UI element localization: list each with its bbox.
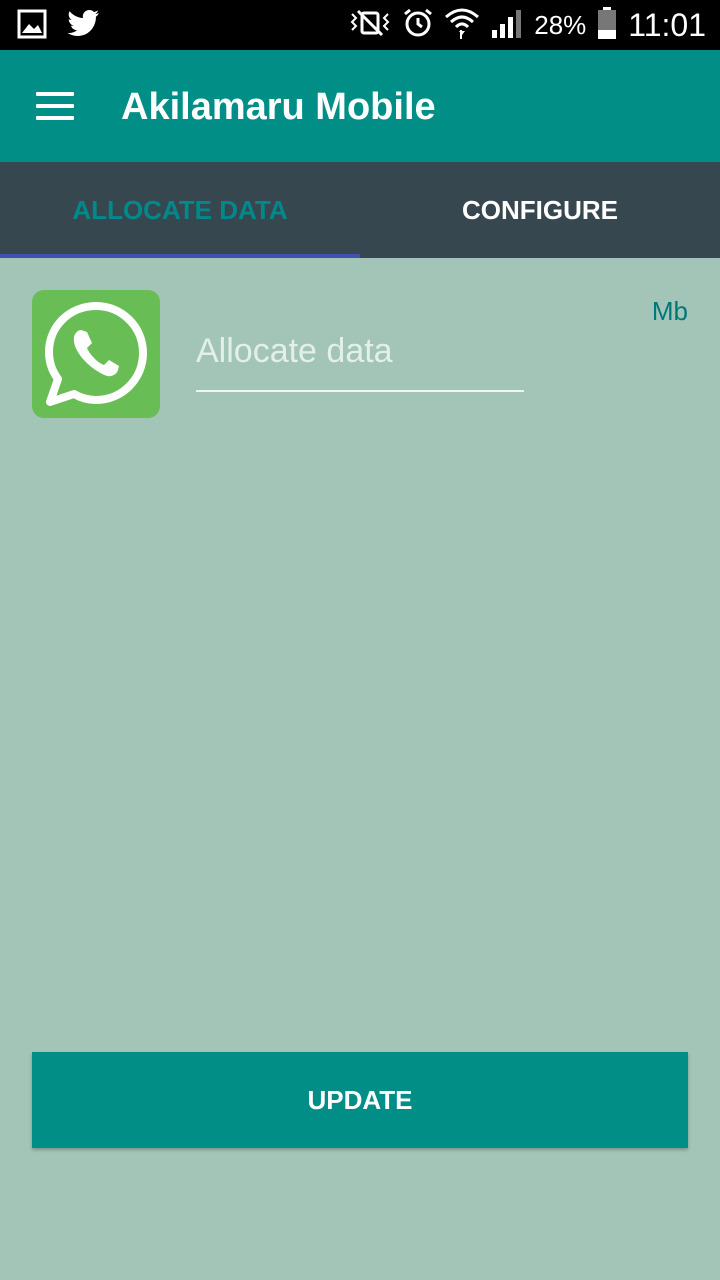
gallery-icon [16, 8, 48, 45]
app-title: Akilamaru Mobile [121, 86, 436, 128]
battery-icon [596, 6, 618, 45]
mute-icon [348, 8, 392, 43]
allocate-data-panel: Mb UPDATE [0, 258, 720, 1280]
signal-icon [490, 8, 524, 43]
twitter-icon [66, 9, 100, 44]
wifi-icon [444, 6, 480, 45]
battery-percent: 28% [534, 10, 587, 40]
clock: 11:01 [628, 7, 706, 43]
status-bar: 28% 11:01 [0, 0, 720, 50]
alarm-icon [402, 7, 434, 44]
tab-allocate-data[interactable]: ALLOCATE DATA [0, 162, 360, 258]
hamburger-menu-icon[interactable] [36, 92, 76, 120]
allocate-data-input[interactable] [196, 312, 524, 392]
update-button[interactable]: UPDATE [32, 1052, 688, 1148]
tab-configure[interactable]: CONFIGURE [360, 162, 720, 258]
unit-label: Mb [651, 296, 688, 326]
app-bar: Akilamaru Mobile [0, 50, 720, 162]
whatsapp-icon [32, 290, 160, 418]
tab-bar: ALLOCATE DATA CONFIGURE [0, 162, 720, 258]
